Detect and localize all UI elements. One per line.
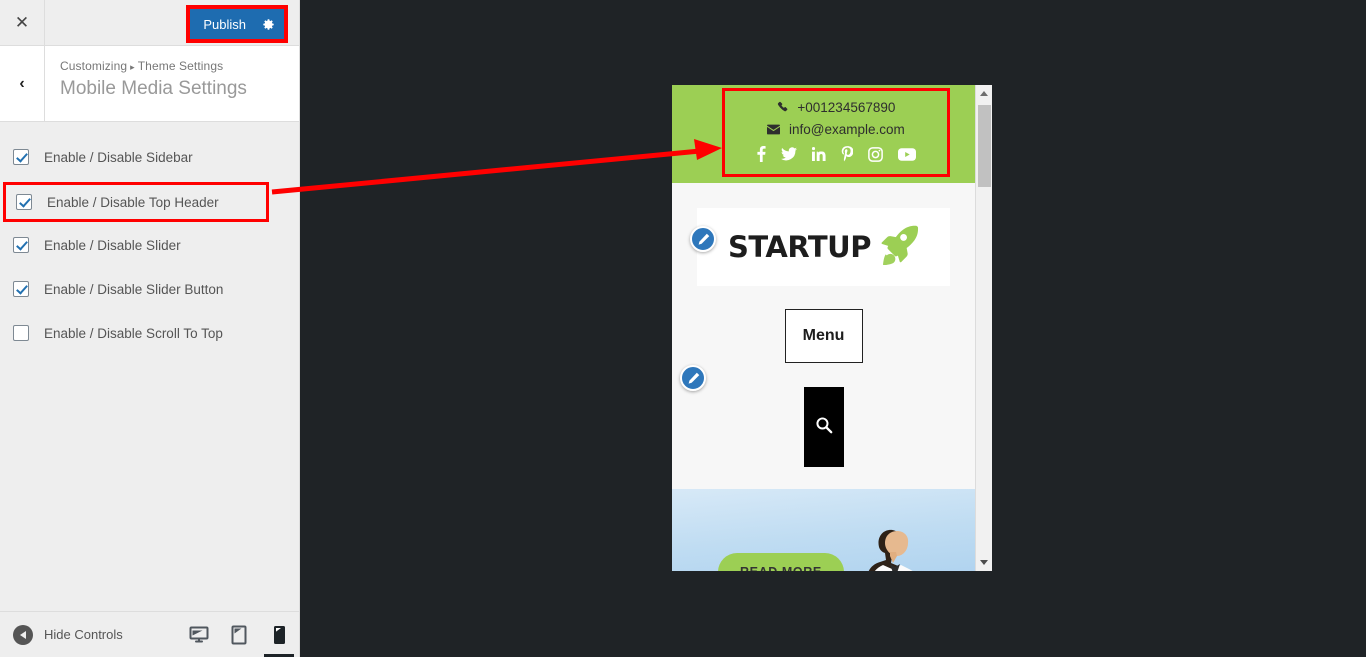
option-label-top-header: Enable / Disable Top Header [47, 194, 219, 210]
tablet-icon [231, 625, 247, 645]
youtube-icon[interactable] [897, 147, 916, 161]
checkbox-sidebar[interactable] [13, 149, 29, 165]
hero-slider: READ MORE [672, 489, 975, 571]
customizer-footer: Hide Controls [0, 611, 299, 657]
contact-email[interactable]: info@example.com [725, 119, 947, 141]
preview-stage: +001234567890 info@example.com STARTUP M… [300, 0, 1366, 657]
option-row-slider-button[interactable]: Enable / Disable Slider Button [0, 274, 299, 304]
pinterest-icon[interactable] [841, 146, 853, 162]
envelope-icon [767, 122, 784, 137]
option-row-sidebar[interactable]: Enable / Disable Sidebar [0, 142, 299, 172]
device-desktop-button[interactable] [179, 612, 219, 657]
preview-scrollbar[interactable] [975, 85, 992, 571]
publish-highlight-box: Publish [186, 5, 288, 43]
option-label-scroll-to-top: Enable / Disable Scroll To Top [44, 325, 223, 341]
preview-scroll-content: +001234567890 info@example.com STARTUP M… [672, 85, 975, 571]
gear-icon[interactable] [262, 18, 275, 31]
collapse-arrow-icon [13, 624, 33, 645]
social-links [725, 146, 947, 162]
breadcrumb: Customizing ▸ Theme Settings [60, 59, 247, 73]
device-preview-switcher [179, 612, 299, 657]
checkbox-slider-button[interactable] [13, 281, 29, 297]
option-row-scroll-to-top[interactable]: Enable / Disable Scroll To Top [0, 318, 299, 348]
twitter-icon[interactable] [780, 147, 797, 161]
option-label-slider-button: Enable / Disable Slider Button [44, 281, 224, 297]
scrollbar-down-icon[interactable] [976, 554, 992, 571]
slider-read-more-button[interactable]: READ MORE [718, 553, 844, 571]
publish-button[interactable]: Publish [190, 9, 284, 39]
back-icon[interactable]: ‹ [0, 46, 45, 121]
top-header-highlight-box: +001234567890 info@example.com [722, 88, 950, 177]
customizer-sidebar: ✕ Publish ‹ Customizing ▸ Theme Settings… [0, 0, 300, 657]
hide-controls-label: Hide Controls [44, 627, 123, 642]
menu-button[interactable]: Menu [784, 309, 863, 363]
customizer-screen: ✕ Publish ‹ Customizing ▸ Theme Settings… [0, 0, 1366, 657]
checkbox-top-header[interactable] [16, 194, 32, 210]
option-row-top-header[interactable]: Enable / Disable Top Header [3, 182, 269, 222]
customizer-header: ✕ Publish [0, 0, 299, 46]
slider-person-image [868, 529, 913, 571]
option-label-sidebar: Enable / Disable Sidebar [44, 149, 193, 165]
page-title: Mobile Media Settings [60, 78, 247, 99]
rocket-icon [877, 225, 919, 270]
settings-option-list: Enable / Disable Sidebar Enable / Disabl… [0, 122, 299, 348]
search-icon [815, 416, 833, 439]
hide-controls-button[interactable]: Hide Controls [13, 624, 123, 645]
breadcrumb-root[interactable]: Customizing [60, 59, 127, 73]
mobile-preview-frame: +001234567890 info@example.com STARTUP M… [672, 85, 992, 571]
customizer-titles: Customizing ▸ Theme Settings Mobile Media … [45, 46, 247, 121]
site-logo-text: STARTUP [728, 230, 871, 264]
publish-button-label: Publish [203, 16, 246, 32]
search-button[interactable] [803, 387, 844, 467]
phone-icon [777, 100, 793, 115]
customizer-title-row: ‹ Customizing ▸ Theme Settings Mobile Medi… [0, 46, 299, 122]
option-label-slider: Enable / Disable Slider [44, 237, 181, 253]
edit-pencil-logo-icon[interactable] [690, 226, 716, 252]
email-address: info@example.com [789, 122, 905, 137]
facebook-icon[interactable] [756, 146, 766, 162]
mobile-icon [273, 625, 286, 645]
site-logo: STARTUP [697, 208, 950, 286]
scrollbar-thumb[interactable] [978, 105, 991, 187]
scrollbar-up-icon[interactable] [976, 85, 992, 102]
close-icon[interactable]: ✕ [0, 0, 45, 45]
instagram-icon[interactable] [867, 146, 883, 162]
checkbox-slider[interactable] [13, 237, 29, 253]
breadcrumb-section[interactable]: Theme Settings [138, 59, 223, 73]
device-tablet-button[interactable] [219, 612, 259, 657]
checkbox-scroll-to-top[interactable] [13, 325, 29, 341]
edit-pencil-search-icon[interactable] [680, 365, 706, 391]
breadcrumb-separator-icon: ▸ [130, 62, 135, 72]
site-top-header: +001234567890 info@example.com [672, 85, 975, 183]
option-row-slider[interactable]: Enable / Disable Slider [0, 230, 299, 260]
device-mobile-button[interactable] [259, 612, 299, 657]
desktop-icon [189, 626, 209, 644]
contact-phone[interactable]: +001234567890 [725, 97, 947, 119]
linkedin-icon[interactable] [811, 147, 826, 161]
phone-number: +001234567890 [797, 100, 896, 115]
